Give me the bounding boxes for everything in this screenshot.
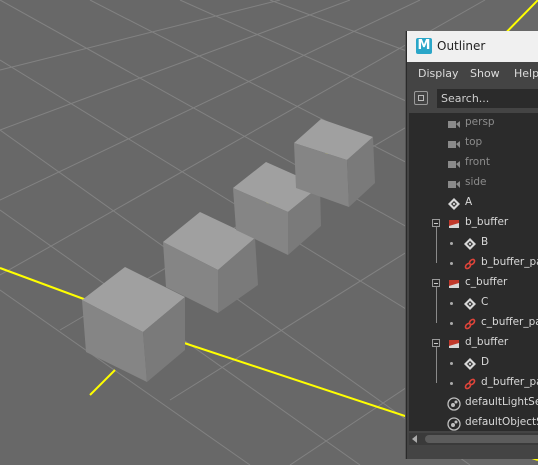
tree-branch-line: [436, 227, 437, 263]
set-icon: [447, 416, 461, 431]
filter-icon[interactable]: [414, 91, 428, 105]
tree-connector: [450, 382, 453, 385]
outliner-item-label: defaultObjectS: [465, 416, 538, 428]
buffer-node-icon: [447, 336, 461, 350]
collapse-toggle-icon[interactable]: [432, 219, 440, 227]
tree-connector: [450, 242, 453, 245]
outliner-item-a[interactable]: A: [409, 193, 538, 213]
scroll-left-arrow-icon[interactable]: [412, 435, 417, 443]
outliner-item-label: c_buffer_pa: [481, 316, 538, 328]
outliner-item-d[interactable]: D: [409, 353, 538, 373]
camera-icon: [447, 176, 461, 190]
buffer-node-icon: [447, 276, 461, 290]
set-icon: [447, 396, 461, 411]
outliner-item-b[interactable]: B: [409, 233, 538, 253]
outliner-item-c[interactable]: C: [409, 293, 538, 313]
transform-icon: [463, 356, 477, 370]
menu-display[interactable]: Display: [418, 67, 459, 80]
outliner-title: Outliner: [437, 39, 486, 53]
outliner-item-persp[interactable]: persp: [409, 113, 538, 133]
outliner-item-label: persp: [465, 116, 495, 128]
outliner-item-front[interactable]: front: [409, 153, 538, 173]
transform-icon: [463, 236, 477, 250]
buffer-node-icon: [447, 216, 461, 230]
outliner-item-label: b_buffer_pa: [481, 256, 538, 268]
transform-icon: [463, 296, 477, 310]
outliner-item-label: D: [481, 356, 490, 368]
outliner-item-label: top: [465, 136, 483, 148]
tree-branch-line: [436, 347, 437, 383]
transform-icon: [447, 196, 461, 210]
outliner-item-label: B: [481, 236, 489, 248]
outliner-item-c-buffer[interactable]: c_buffer: [409, 273, 538, 293]
camera-icon: [447, 116, 461, 130]
collapse-toggle-icon[interactable]: [432, 279, 440, 287]
outliner-item-c-buffer-pa[interactable]: c_buffer_pa: [409, 313, 538, 333]
tree-connector: [450, 302, 453, 305]
outliner-item-side[interactable]: side: [409, 173, 538, 193]
maya-logo-icon: M: [416, 38, 432, 54]
camera-icon: [447, 156, 461, 170]
outliner-item-d-buffer[interactable]: d_buffer: [409, 333, 538, 353]
camera-icon: [447, 136, 461, 150]
outliner-item-b-buffer[interactable]: b_buffer: [409, 213, 538, 233]
outliner-item-d-buffer-pa[interactable]: d_buffer_pa: [409, 373, 538, 393]
outliner-titlebar[interactable]: M Outliner: [407, 31, 538, 63]
outliner-item-label: C: [481, 296, 489, 308]
horizontal-scrollbar[interactable]: [409, 433, 538, 445]
tree-connector: [450, 362, 453, 365]
outliner-item-label: side: [465, 176, 487, 188]
menu-help[interactable]: Help: [514, 67, 538, 80]
outliner-item-label: defaultLightSe: [465, 396, 538, 408]
outliner-menubar: Display Show Help: [407, 62, 538, 86]
outliner-item-label: d_buffer_pa: [481, 376, 538, 388]
constraint-link-icon: [463, 316, 477, 330]
constraint-link-icon: [463, 376, 477, 390]
outliner-item-label: d_buffer: [465, 336, 509, 348]
search-row: [407, 86, 538, 112]
outliner-list: persp top front side Ab_buffer Bb_buffer_pa c_…: [409, 113, 538, 431]
outliner-item-defaultobjects[interactable]: defaultObjectS: [409, 413, 538, 431]
collapse-toggle-icon[interactable]: [432, 339, 440, 347]
outliner-panel: M Outliner Display Show Help persp top fro…: [406, 31, 538, 459]
menu-show[interactable]: Show: [470, 67, 500, 80]
outliner-item-label: front: [465, 156, 490, 168]
constraint-link-icon: [463, 256, 477, 270]
outliner-item-label: A: [465, 196, 473, 208]
outliner-item-label: b_buffer: [465, 216, 509, 228]
outliner-item-label: c_buffer: [465, 276, 508, 288]
outliner-item-top[interactable]: top: [409, 133, 538, 153]
tree-connector: [450, 322, 453, 325]
outliner-item-defaultlightse[interactable]: defaultLightSe: [409, 393, 538, 413]
tree-connector: [450, 262, 453, 265]
search-input[interactable]: [437, 89, 538, 108]
tree-branch-line: [436, 287, 437, 323]
scrollbar-thumb[interactable]: [425, 435, 538, 443]
outliner-item-b-buffer-pa[interactable]: b_buffer_pa: [409, 253, 538, 273]
